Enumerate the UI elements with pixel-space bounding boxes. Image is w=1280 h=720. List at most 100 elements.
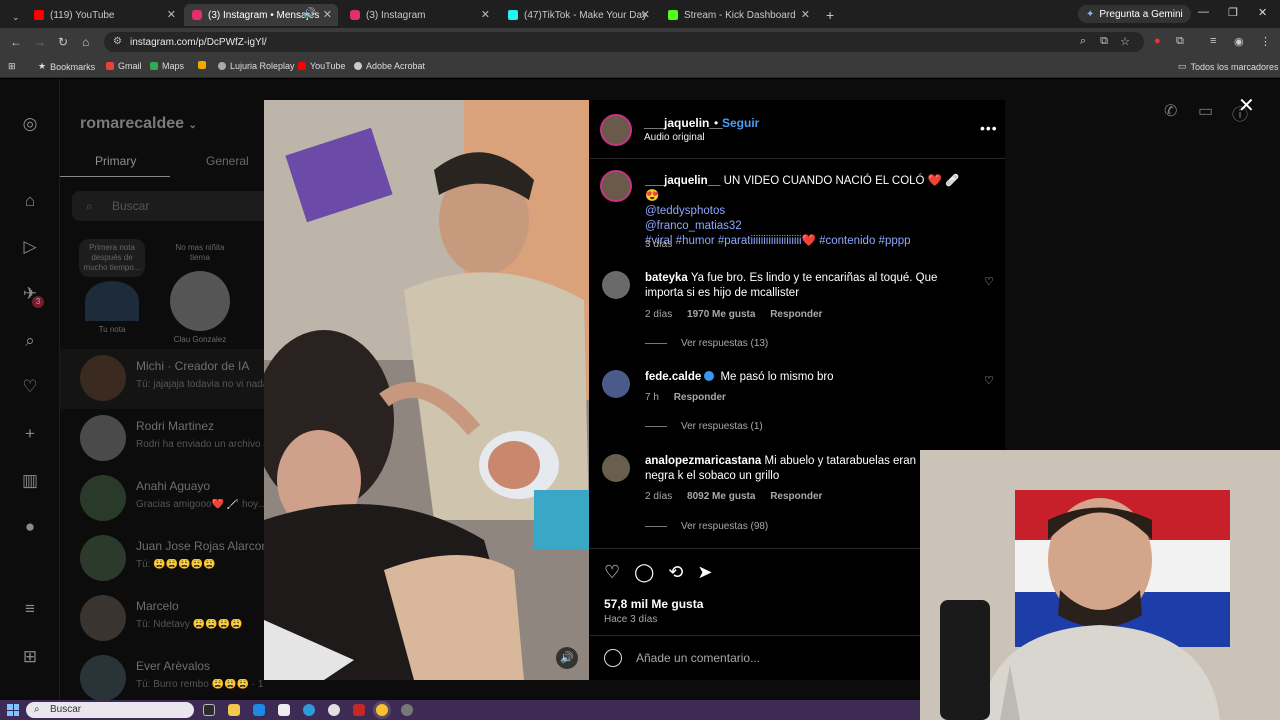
- avatar[interactable]: [602, 370, 630, 398]
- reels-icon[interactable]: ▷: [20, 237, 40, 257]
- extensions-icon[interactable]: ⧉: [1176, 35, 1184, 48]
- post-video[interactable]: 🔊: [264, 100, 589, 680]
- tab-tiktok[interactable]: (47)TikTok - Make Your Day ✕: [500, 4, 656, 26]
- like-comment-icon[interactable]: ♡: [984, 275, 994, 288]
- close-modal-icon[interactable]: ✕: [1238, 93, 1255, 118]
- comment-input[interactable]: Añade un comentario...: [604, 649, 760, 667]
- conversation-item[interactable]: Marcelo Tú: Ndetavy 😩😩😩😩: [60, 589, 270, 649]
- tab-search-menu[interactable]: ⌄: [4, 6, 24, 28]
- view-replies-button[interactable]: Ver respuestas (13): [645, 338, 768, 349]
- share-send-icon[interactable]: ➤: [697, 562, 712, 583]
- author-name[interactable]: ___jaquelin__: [644, 116, 723, 130]
- forward-icon[interactable]: →: [34, 35, 46, 49]
- hashtags-link[interactable]: #viral #humor #paratiiiiiiiiiiiiiiiiiiii…: [645, 234, 975, 249]
- note-own[interactable]: Primera nota después de mucho tiempo... …: [72, 239, 152, 334]
- view-replies-button[interactable]: Ver respuestas (1): [645, 421, 763, 432]
- close-tab-icon[interactable]: ✕: [641, 8, 650, 21]
- close-tab-icon[interactable]: ✕: [481, 8, 490, 21]
- site-info-icon[interactable]: ⚙: [113, 36, 122, 47]
- comment-bubble-icon[interactable]: ◯: [634, 562, 654, 583]
- conversation-item[interactable]: Anahi Aguayo Gracias amigooo❤️ 🦯 hoy…: [60, 469, 270, 529]
- comment-likes[interactable]: 8092 Me gusta: [687, 491, 755, 502]
- bookmark-gmail[interactable]: Gmail: [106, 61, 142, 71]
- reply-button[interactable]: Responder: [674, 392, 726, 403]
- tab-instagram[interactable]: (3) Instagram ✕: [342, 4, 496, 26]
- bookmark-maps[interactable]: Maps: [150, 61, 184, 71]
- bookmark-lujuria[interactable]: Lujuria Roleplay: [218, 61, 295, 71]
- zoom-icon[interactable]: ⌕: [1080, 35, 1086, 48]
- note-clau[interactable]: No mas niñita tierna Clau Gonzalez: [160, 239, 240, 344]
- close-tab-icon[interactable]: ✕: [167, 8, 176, 21]
- phone-icon[interactable]: ✆: [1164, 101, 1177, 121]
- create-icon[interactable]: +: [20, 424, 40, 444]
- notifications-heart-icon[interactable]: ♡: [20, 377, 40, 397]
- bookmark-bookmarks[interactable]: ★ Bookmarks: [38, 61, 95, 72]
- chrome-icon[interactable]: [328, 704, 340, 716]
- taskbar-search[interactable]: ⌕ Buscar: [26, 702, 194, 718]
- caption-author-avatar[interactable]: [600, 170, 632, 202]
- conversation-item[interactable]: Michi · Creador de IA Tú: jajajaja todav…: [60, 349, 270, 409]
- mention-link[interactable]: @franco_matias32: [645, 219, 975, 234]
- home-icon[interactable]: ⌂: [82, 35, 89, 49]
- instagram-logo-icon[interactable]: ◎: [20, 114, 40, 134]
- audio-toggle-icon[interactable]: 🔊: [556, 647, 578, 669]
- tab-instagram-messages[interactable]: (3) Instagram • Mensajes 🔊 ✕: [184, 4, 338, 26]
- task-view-icon[interactable]: [203, 704, 215, 716]
- repost-icon[interactable]: ⟲: [668, 562, 683, 583]
- profile-avatar[interactable]: ◉: [1234, 35, 1244, 48]
- edge-icon[interactable]: [303, 704, 315, 716]
- windows-start-icon[interactable]: [7, 704, 19, 716]
- author-avatar[interactable]: [600, 114, 632, 146]
- avatar[interactable]: [602, 271, 630, 299]
- new-tab-button[interactable]: +: [818, 4, 840, 26]
- home-icon[interactable]: ⌂: [20, 191, 40, 211]
- bookmark-acrobat[interactable]: Adobe Acrobat: [354, 61, 425, 71]
- follow-button[interactable]: Seguir: [722, 116, 759, 130]
- translate-icon[interactable]: ⧉: [1100, 35, 1108, 48]
- menu-icon[interactable]: ≡: [20, 599, 40, 619]
- tab-kick[interactable]: Stream - Kick Dashboard ✕: [660, 4, 816, 26]
- back-icon[interactable]: ←: [10, 35, 22, 49]
- like-heart-icon[interactable]: ♡: [604, 562, 620, 583]
- gemini-button[interactable]: ✦ Pregunta a Gemini: [1078, 5, 1191, 23]
- settings-icon[interactable]: [401, 704, 413, 716]
- search-icon[interactable]: ⌕: [20, 331, 40, 351]
- extension-record-icon[interactable]: ●: [1154, 35, 1161, 47]
- outlook-icon[interactable]: [253, 704, 265, 716]
- media-control-icon[interactable]: ≡: [1210, 35, 1216, 47]
- url-field[interactable]: ⚙ instagram.com/p/DcPWfZ-igYl/ ⌕ ⧉ ☆: [104, 32, 1144, 52]
- like-comment-icon[interactable]: ♡: [984, 374, 994, 387]
- conversation-item[interactable]: Rodri Martinez Rodri ha enviado un archi…: [60, 409, 270, 469]
- close-tab-icon[interactable]: ✕: [801, 8, 810, 21]
- close-tab-icon[interactable]: ✕: [323, 8, 332, 21]
- video-call-icon[interactable]: ▭: [1198, 101, 1213, 121]
- avatar[interactable]: [602, 454, 630, 482]
- mention-link[interactable]: @teddysphotos: [645, 204, 975, 219]
- tab-youtube[interactable]: (119) YouTube ✕: [26, 4, 182, 26]
- dashboard-icon[interactable]: ▥: [20, 471, 40, 491]
- notepad-icon[interactable]: [278, 704, 290, 716]
- view-replies-button[interactable]: Ver respuestas (98): [645, 521, 768, 532]
- bookmark-in[interactable]: [198, 61, 206, 69]
- chrome-active-icon[interactable]: [376, 704, 388, 716]
- like-count[interactable]: 57,8 mil Me gusta: [604, 597, 703, 611]
- profile-avatar[interactable]: ●: [20, 517, 40, 537]
- reload-icon[interactable]: ↻: [58, 35, 68, 49]
- reply-button[interactable]: Responder: [770, 491, 822, 502]
- account-switcher[interactable]: romarecaldee ⌄: [80, 115, 197, 133]
- caption-author[interactable]: ___jaquelin__: [645, 175, 720, 187]
- comment-likes[interactable]: 1970 Me gusta: [687, 309, 755, 320]
- reply-button[interactable]: Responder: [770, 309, 822, 320]
- file-explorer-icon[interactable]: [228, 704, 240, 716]
- comment-user[interactable]: bateyka: [645, 272, 688, 284]
- browser-menu-icon[interactable]: ⋮: [1260, 35, 1271, 48]
- audio-link[interactable]: Audio original: [644, 132, 705, 143]
- tab-primary[interactable]: Primary: [95, 154, 136, 168]
- minimize-icon[interactable]: —: [1198, 6, 1209, 18]
- tab-general[interactable]: General: [206, 154, 249, 168]
- search-input[interactable]: ⌕ Buscar: [72, 191, 270, 221]
- bookmark-star-icon[interactable]: ☆: [1120, 35, 1130, 48]
- more-options-icon[interactable]: •••: [980, 120, 998, 136]
- all-bookmarks[interactable]: ▭ Todos los marcadores: [1178, 61, 1279, 72]
- comment-user[interactable]: analopezmaricastana: [645, 455, 761, 467]
